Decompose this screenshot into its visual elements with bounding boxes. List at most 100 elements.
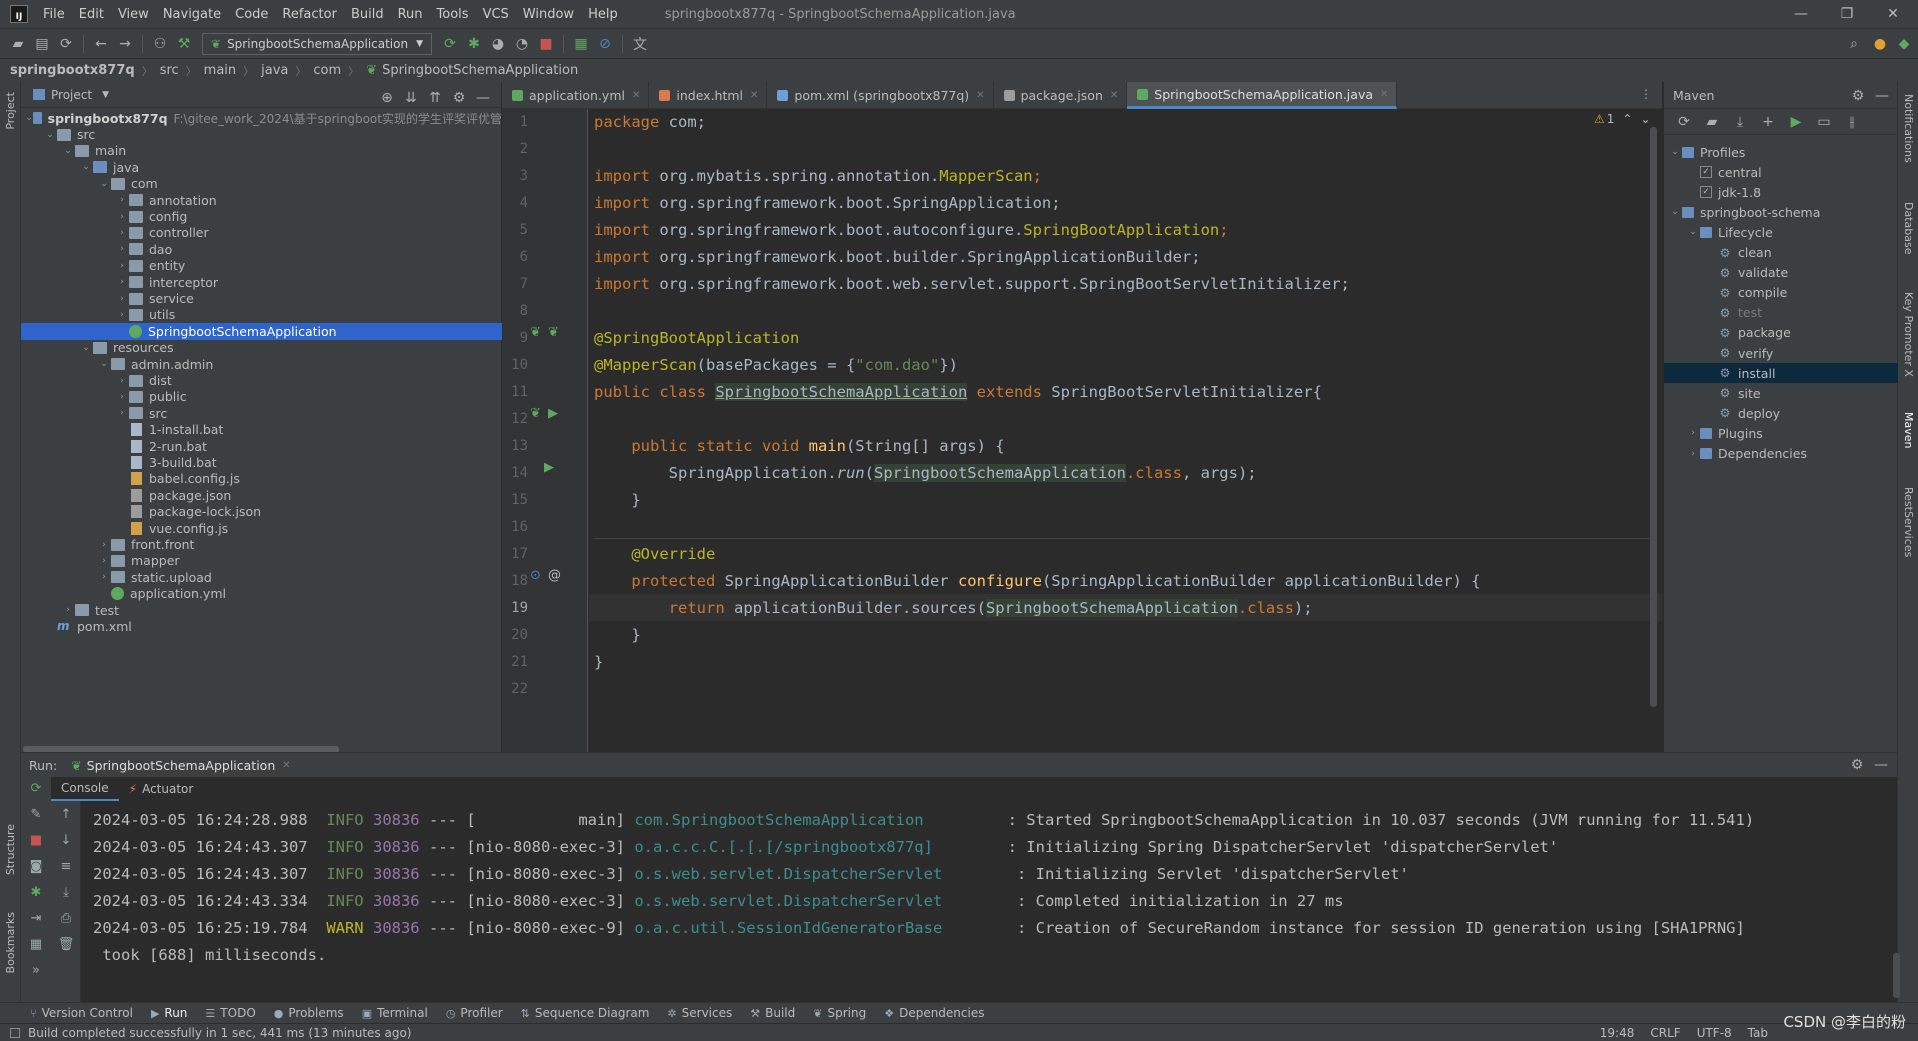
status-message[interactable]: Build completed successfully in 1 sec, 4…: [28, 1026, 411, 1040]
tree-item[interactable]: › interceptor: [21, 274, 502, 290]
spring-bean-icon[interactable]: ❦: [530, 325, 541, 340]
bottom-tab-build[interactable]: ⚒ Build: [750, 1006, 795, 1020]
tree-item[interactable]: › dao: [21, 241, 502, 257]
run-config-select[interactable]: ❦ SpringbootSchemaApplication ▼: [202, 32, 433, 55]
editor-tab[interactable]: SpringbootSchemaApplication.java ✕: [1127, 82, 1398, 109]
chevron-right-icon[interactable]: ›: [115, 195, 129, 205]
trash-icon[interactable]: 🗑: [51, 937, 81, 952]
chevron-right-icon[interactable]: ›: [115, 244, 129, 254]
breadcrumb-item[interactable]: com: [313, 63, 341, 78]
maven-tree-item[interactable]: ⌄ springboot-schema: [1664, 202, 1898, 222]
editor-tab[interactable]: index.html ✕: [649, 82, 768, 109]
skip-tests-icon[interactable]: ⫲: [1840, 110, 1864, 134]
user-icon[interactable]: ⚇: [148, 32, 172, 56]
inspection-widget[interactable]: ⚠ 1 ⌃ ⌄: [1594, 112, 1651, 126]
build-hammer-icon[interactable]: ⚒: [172, 32, 196, 56]
close-icon[interactable]: ✕: [632, 90, 640, 101]
bottom-tab-services[interactable]: ✲ Services: [667, 1006, 732, 1020]
maven-tree-item[interactable]: › Dependencies: [1664, 444, 1898, 464]
tree-item[interactable]: 3-build.bat: [21, 454, 502, 470]
maven-tree-item[interactable]: ⚙ deploy: [1664, 403, 1898, 423]
arrow-down-icon[interactable]: ↓: [51, 833, 81, 848]
menu-item-run[interactable]: Run: [391, 7, 430, 22]
menu-item-window[interactable]: Window: [516, 7, 581, 22]
indent-setting[interactable]: Tab: [1748, 1026, 1768, 1040]
gear-icon[interactable]: ⚙: [1845, 753, 1869, 777]
tree-item[interactable]: package-lock.json: [21, 504, 502, 520]
chevron-up-icon[interactable]: ⌃: [1622, 112, 1632, 126]
console-scrollbar[interactable]: [1893, 953, 1900, 998]
editor-tab[interactable]: package.json ✕: [994, 82, 1128, 109]
translate-icon[interactable]: 文: [628, 32, 652, 56]
scroll-to-end-icon[interactable]: ⤓: [51, 885, 81, 900]
chevron-right-icon[interactable]: ›: [1686, 428, 1700, 438]
key-promoter-tool-tab[interactable]: Key Promoter X: [1902, 292, 1915, 377]
file-encoding[interactable]: UTF-8: [1697, 1026, 1732, 1040]
bottom-tab-todo[interactable]: ☰ TODO: [205, 1006, 255, 1020]
tree-item[interactable]: › service: [21, 290, 502, 306]
tree-item[interactable]: › utils: [21, 307, 502, 323]
search-icon[interactable]: ⌕: [1842, 32, 1866, 56]
menu-item-edit[interactable]: Edit: [72, 7, 111, 22]
override-icon[interactable]: ⊙: [530, 568, 541, 583]
chevron-down-icon[interactable]: ⌄: [79, 343, 93, 353]
tree-item[interactable]: m pom.xml: [21, 618, 502, 634]
menu-item-build[interactable]: Build: [344, 7, 391, 22]
close-icon[interactable]: ✕: [750, 90, 758, 101]
arrow-up-icon[interactable]: ↑: [51, 807, 81, 822]
editor-tab[interactable]: application.yml ✕: [502, 82, 650, 109]
chevron-down-icon[interactable]: ⌄: [1668, 207, 1682, 217]
annotation-icon[interactable]: @: [548, 568, 561, 583]
wrench-icon[interactable]: ✎: [21, 807, 51, 822]
breadcrumb-item[interactable]: springbootx877q: [10, 63, 135, 78]
stop-icon[interactable]: ■: [21, 833, 51, 848]
close-icon[interactable]: ✕: [1110, 90, 1118, 101]
checkbox-icon[interactable]: ✓: [1700, 166, 1712, 179]
tree-item[interactable]: ⌄ main: [21, 143, 502, 159]
rerun-icon[interactable]: ⟳: [438, 32, 462, 56]
maven-tree-item[interactable]: ⚙ compile: [1664, 283, 1898, 303]
gear-icon[interactable]: ⚙: [1846, 84, 1870, 108]
tab-actuator[interactable]: ⚡ Actuator: [119, 777, 204, 801]
chevron-right-icon[interactable]: ›: [115, 261, 129, 271]
close-button[interactable]: ✕: [1870, 0, 1916, 28]
toggle-offline-icon[interactable]: ▭: [1812, 110, 1836, 134]
tree-item[interactable]: ⌄ src: [21, 126, 502, 142]
maven-tree-item[interactable]: ⚙ site: [1664, 383, 1898, 403]
download-icon[interactable]: ⤓: [1728, 110, 1752, 134]
chevron-right-icon[interactable]: ›: [97, 572, 111, 582]
print-icon[interactable]: ⎙: [51, 911, 81, 926]
bottom-tab-spring[interactable]: ❦ Spring: [813, 1006, 866, 1020]
chevron-right-icon[interactable]: ›: [115, 376, 129, 386]
editor-scrollbar[interactable]: [1650, 127, 1657, 707]
log-logger[interactable]: o.a.c.util.SessionIdGeneratorBase: [634, 919, 1007, 937]
gear-icon[interactable]: ⚙: [447, 86, 471, 110]
tree-item[interactable]: › config: [21, 208, 502, 224]
bottom-tab-profiler[interactable]: ◷ Profiler: [446, 1006, 503, 1020]
database-tool-tab[interactable]: Database: [1902, 202, 1915, 255]
log-logger[interactable]: o.s.web.servlet.DispatcherServlet: [634, 892, 1007, 910]
chevron-down-icon[interactable]: ⌄: [1668, 147, 1682, 157]
spring-boot-icon[interactable]: ❦: [548, 325, 559, 340]
chevron-right-icon[interactable]: ›: [97, 540, 111, 550]
run-icon[interactable]: ▶: [1784, 110, 1808, 134]
log-logger[interactable]: o.s.web.servlet.DispatcherServlet: [634, 865, 1007, 883]
menu-item-navigate[interactable]: Navigate: [156, 7, 228, 22]
caret-position[interactable]: 19:48: [1600, 1026, 1635, 1040]
chevron-right-icon[interactable]: ›: [115, 212, 129, 222]
tree-item[interactable]: › dist: [21, 372, 502, 388]
chevron-down-icon[interactable]: ⌄: [1686, 227, 1700, 237]
chevron-down-icon[interactable]: ⌄: [25, 113, 33, 123]
hide-icon[interactable]: —: [1869, 753, 1893, 777]
tree-item[interactable]: ⌄ admin.admin: [21, 356, 502, 372]
locate-icon[interactable]: ⊕: [375, 86, 399, 110]
restservices-tool-tab[interactable]: RestServices: [1902, 487, 1915, 557]
breadcrumb-item[interactable]: src: [160, 63, 179, 78]
notifications-tool-tab[interactable]: Notifications: [1902, 94, 1915, 163]
breadcrumb-item[interactable]: java: [261, 63, 288, 78]
tree-item[interactable]: SpringbootSchemaApplication: [21, 323, 502, 340]
close-icon[interactable]: ✕: [282, 760, 290, 771]
structure-tool-tab[interactable]: Structure: [4, 824, 17, 875]
log-logger[interactable]: com.SpringbootSchemaApplication: [634, 811, 998, 829]
maven-tree-item[interactable]: ✓ jdk-1.8: [1664, 182, 1898, 202]
